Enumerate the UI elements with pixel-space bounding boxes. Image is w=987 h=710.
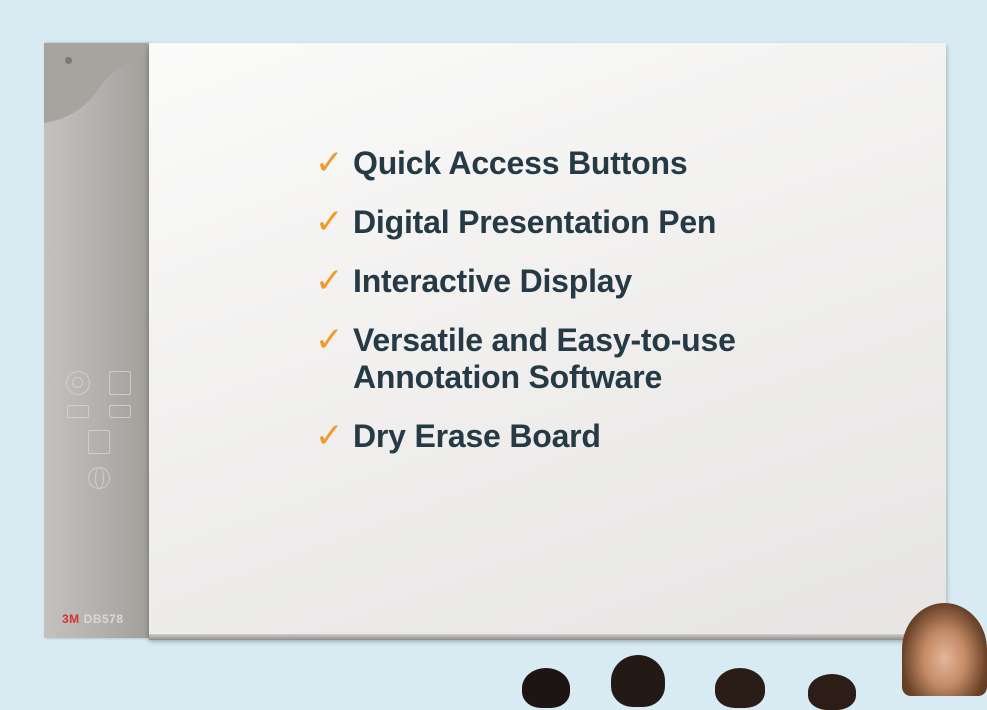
feature-item: ✓ Digital Presentation Pen	[315, 204, 915, 241]
feature-item: ✓ Versatile and Easy-to-use Annotation S…	[315, 322, 915, 396]
panel-top-curve	[44, 43, 164, 123]
student-photo	[611, 655, 665, 707]
student-photo	[715, 668, 765, 708]
student-photo	[808, 674, 856, 710]
feature-label: Dry Erase Board	[353, 418, 601, 454]
feature-label-line: Annotation Software	[353, 359, 663, 395]
globe-button-icon[interactable]	[88, 467, 110, 489]
model-number: DB578	[83, 612, 124, 626]
checkmark-icon: ✓	[315, 202, 344, 242]
board-side-panel	[44, 43, 149, 638]
teacher-photo	[902, 603, 987, 696]
checkmark-icon: ✓	[315, 261, 344, 301]
feature-item: ✓ Interactive Display	[315, 263, 915, 300]
whiteboard-tray	[149, 634, 946, 640]
feature-label: Interactive Display	[353, 263, 632, 299]
panel-screw-icon	[65, 57, 72, 64]
window-button-icon[interactable]	[88, 430, 110, 454]
brand-label: 3M DB578	[62, 612, 124, 626]
feature-label-line: Versatile and Easy-to-use	[353, 322, 736, 358]
quick-access-button-icon[interactable]	[109, 371, 131, 395]
checkmark-icon: ✓	[315, 320, 344, 360]
display-button-icon[interactable]	[109, 405, 131, 418]
checkmark-icon: ✓	[315, 416, 344, 456]
brand-logo: 3M	[62, 612, 80, 626]
feature-label: Versatile and Easy-to-use Annotation Sof…	[353, 322, 736, 396]
keyboard-button-icon[interactable]	[67, 405, 89, 418]
power-button-icon[interactable]	[66, 371, 90, 395]
feature-list: ✓ Quick Access Buttons ✓ Digital Present…	[315, 145, 915, 477]
checkmark-icon: ✓	[315, 143, 344, 183]
feature-label: Quick Access Buttons	[353, 145, 688, 181]
student-photo	[522, 668, 570, 708]
feature-item: ✓ Quick Access Buttons	[315, 145, 915, 182]
feature-label: Digital Presentation Pen	[353, 204, 717, 240]
feature-item: ✓ Dry Erase Board	[315, 418, 915, 455]
